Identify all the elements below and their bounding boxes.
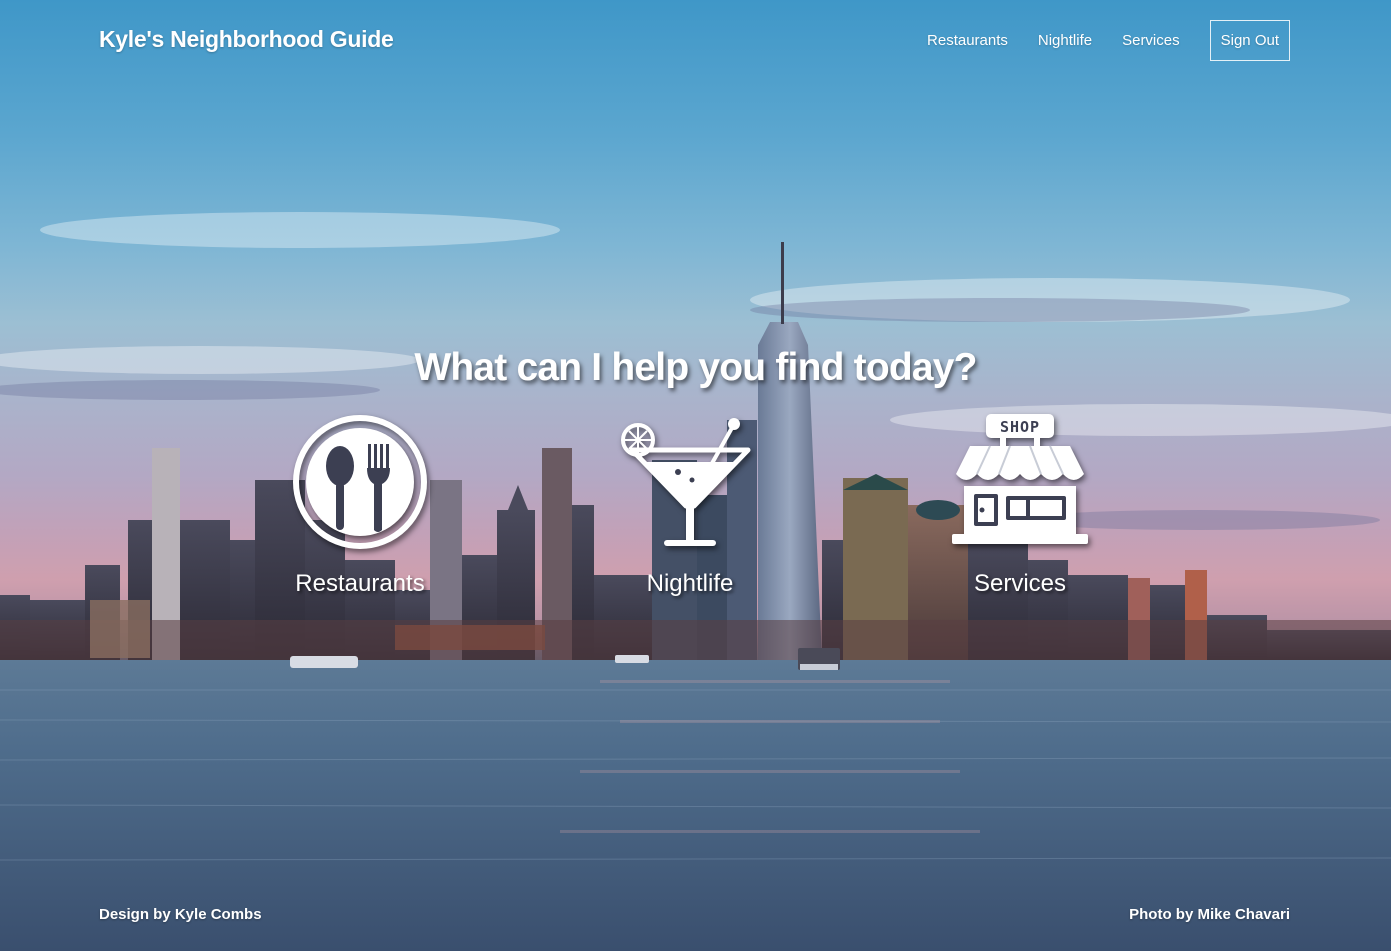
- cocktail-glass-icon[interactable]: [620, 412, 760, 552]
- nav-link-nightlife[interactable]: Nightlife: [1038, 32, 1092, 49]
- category-nightlife[interactable]: Nightlife: [590, 412, 790, 612]
- category-restaurants[interactable]: Restaurants: [260, 412, 460, 612]
- category-label-services[interactable]: Services: [920, 570, 1120, 598]
- category-services[interactable]: SHOP Services: [920, 412, 1120, 612]
- nav-link-services[interactable]: Services: [1122, 32, 1180, 49]
- hero-title: What can I help you find today?: [414, 346, 977, 389]
- shop-sign-text: SHOP: [1000, 418, 1040, 436]
- photo-credit: Photo by Mike Chavari: [1129, 906, 1290, 923]
- category-label-nightlife[interactable]: Nightlife: [590, 570, 790, 598]
- landing-page: Kyle's Neighborhood Guide Restaurants Ni…: [0, 0, 1391, 951]
- sign-out-button[interactable]: Sign Out: [1209, 20, 1290, 61]
- top-navbar: Kyle's Neighborhood Guide Restaurants Ni…: [0, 0, 1391, 82]
- nav-menu: Restaurants Nightlife Services Sign Out: [897, 20, 1290, 61]
- category-label-restaurants[interactable]: Restaurants: [260, 570, 460, 598]
- restaurant-plate-icon[interactable]: [290, 412, 430, 552]
- site-brand-link[interactable]: Kyle's Neighborhood Guide: [99, 26, 394, 53]
- design-credit: Design by Kyle Combs: [99, 906, 262, 923]
- shop-storefront-icon[interactable]: SHOP: [950, 412, 1090, 552]
- nav-link-restaurants[interactable]: Restaurants: [927, 32, 1008, 49]
